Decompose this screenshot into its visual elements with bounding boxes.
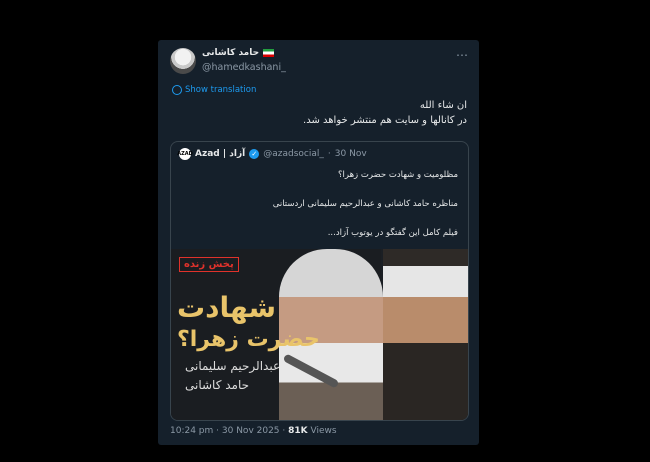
tweet-date[interactable]: 30 Nov 2025 — [222, 426, 280, 436]
tweet-text-line: ان شاء الله — [419, 100, 467, 111]
media-subheadline: حضرت زهرا؟ — [177, 327, 320, 352]
tweet-text-line: در کانالها و سایت هم منتشر خواهد شد. — [303, 115, 467, 126]
tweet-card: حامد کاشانی @hamedkashani_ ⋯ Show transl… — [158, 40, 479, 445]
quoted-author-name[interactable]: Azad | آزاد — [195, 149, 245, 159]
show-translation-label: Show translation — [185, 85, 257, 95]
tweet-footer: 10:24 pm · 30 Nov 2025 · 81K Views — [170, 426, 337, 436]
separator-dot: · — [327, 149, 331, 159]
quoted-tweet-header: AZAD Azad | آزاد ✓ @azadsocial_ · 30 Nov — [177, 148, 367, 160]
tweet-time[interactable]: 10:24 pm — [170, 426, 213, 436]
verified-badge-icon: ✓ — [249, 149, 260, 159]
quoted-author-handle[interactable]: @azadsocial_ — [263, 149, 324, 159]
author-name-row[interactable]: حامد کاشانی — [202, 48, 275, 58]
quoted-tweet[interactable]: AZAD Azad | آزاد ✓ @azadsocial_ · 30 Nov… — [170, 141, 469, 421]
quoted-media-image[interactable]: پخش زنده شهادت حضرت زهرا؟ عبدالرحیم سلیم… — [171, 249, 468, 420]
live-badge: پخش زنده — [179, 257, 239, 272]
quoted-text: مظلومیت و شهادت حضرت زهرا؟ مناظره حامد ک… — [188, 168, 458, 241]
more-options-icon[interactable]: ⋯ — [456, 48, 469, 62]
quoted-date[interactable]: 30 Nov — [335, 149, 367, 159]
media-speaker-name: عبدالرحیم سلیمانی — [185, 359, 281, 373]
show-translation-link[interactable]: Show translation — [172, 85, 256, 95]
media-speaker-name: حامد کاشانی — [185, 378, 250, 392]
quoted-text-line: مناظره حامد کاشانی و عبدالرحیم سلیمانی ا… — [272, 199, 458, 209]
tweet-text: ان شاء الله در کانالها و سایت هم منتشر خ… — [177, 98, 467, 128]
author-name[interactable]: حامد کاشانی — [202, 48, 259, 58]
media-headline: شهادت — [177, 291, 277, 324]
iran-flag-icon — [263, 49, 275, 57]
azad-logo-icon: AZAD — [177, 148, 193, 160]
author-handle[interactable]: @hamedkashani_ — [202, 62, 286, 73]
translate-icon — [172, 85, 182, 95]
quoted-text-line: فیلم کامل این گفتگو در یوتوب آزاد... — [327, 228, 458, 238]
portrait-right-speaker — [383, 249, 468, 420]
views-count: 81K — [288, 426, 308, 436]
quoted-text-line: مظلومیت و شهادت حضرت زهرا؟ — [338, 170, 458, 180]
avatar[interactable] — [170, 48, 196, 74]
views-label: Views — [310, 426, 337, 436]
